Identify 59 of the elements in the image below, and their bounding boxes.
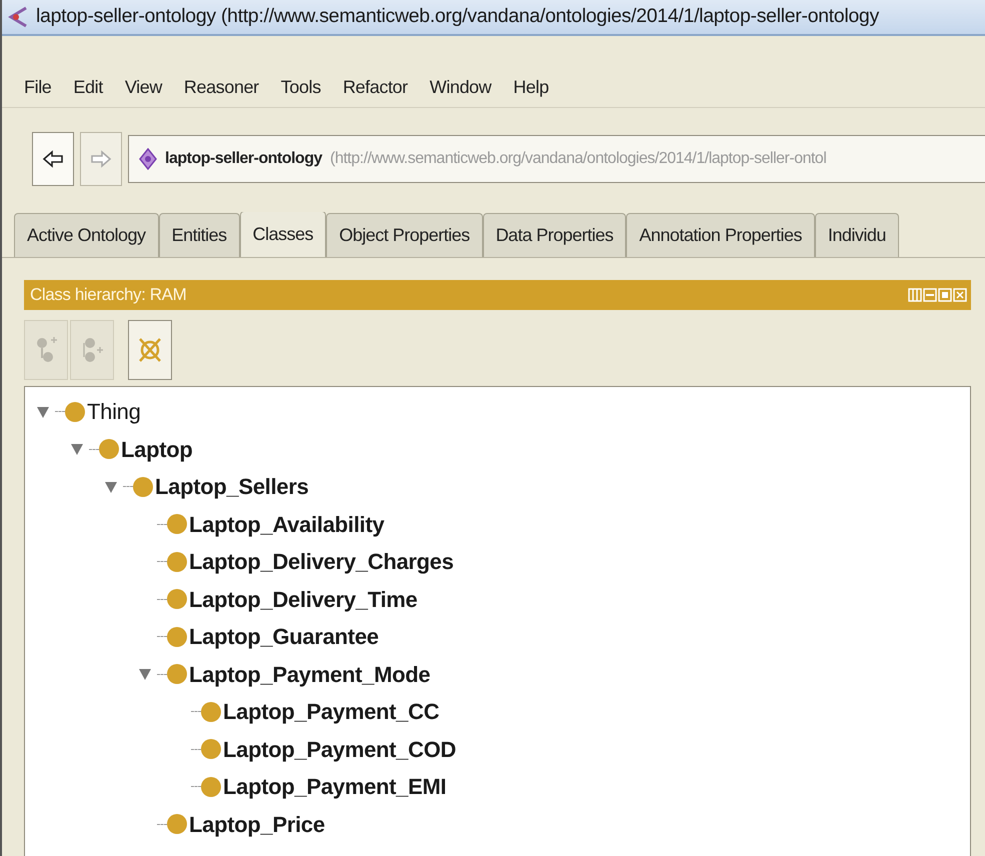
menu-item[interactable]: Refactor	[332, 74, 420, 101]
class-dot-icon	[201, 702, 221, 722]
tab[interactable]: Annotation Properties	[626, 213, 815, 257]
ontology-diamond-icon	[139, 148, 157, 170]
tree-item[interactable]: Laptop_Delivery_Charges	[189, 545, 454, 578]
tree-item[interactable]: Laptop_Guarantee	[189, 620, 379, 654]
menu-item[interactable]: File	[14, 74, 64, 101]
menu-item[interactable]: Tools	[270, 74, 333, 101]
class-dot-icon	[167, 514, 187, 534]
tab[interactable]: Active Ontology	[14, 213, 159, 257]
tree-item[interactable]: Laptop_Payment_COD	[223, 732, 456, 766]
app-icon	[8, 6, 28, 28]
class-dot-icon	[99, 439, 119, 460]
maximize-icon[interactable]	[938, 288, 952, 302]
menu-item[interactable]: Window	[420, 74, 504, 101]
panel-title: Class hierarchy: RAM	[30, 284, 186, 306]
expand-triangle-icon[interactable]	[70, 442, 84, 456]
class-dot-icon	[201, 776, 221, 797]
toolbar-button[interactable]	[128, 320, 172, 380]
menu-item[interactable]: Edit	[63, 74, 115, 101]
tree-item[interactable]: Laptop_Payment_Mode	[189, 658, 430, 691]
tab[interactable]: Entities	[158, 213, 240, 257]
tab[interactable]: Individu	[814, 213, 899, 257]
tab[interactable]: Classes	[240, 212, 326, 257]
window-title: laptop-seller-ontology (http://www.semanticweb.org/vandana/ontologies/2014/1/laptop-seller-ontology	[36, 4, 879, 30]
class-dot-icon	[167, 552, 187, 572]
menu-item[interactable]: Reasoner	[174, 74, 271, 101]
expand-triangle-icon[interactable]	[104, 480, 118, 494]
class-dot-icon	[167, 589, 187, 610]
back-arrow-icon	[42, 150, 64, 168]
class-dot-icon	[167, 814, 187, 834]
class-dot-icon	[133, 476, 153, 497]
minimize-icon[interactable]	[923, 288, 937, 302]
class-dot-icon	[167, 664, 187, 684]
tab[interactable]: Object Properties	[326, 213, 483, 257]
tree-item[interactable]: Thing	[87, 395, 141, 428]
delete-class-icon[interactable]	[138, 337, 162, 363]
class-dot-icon	[201, 739, 221, 760]
close-icon[interactable]	[953, 288, 967, 302]
tree-item[interactable]: Laptop_Price	[189, 808, 325, 841]
expand-triangle-icon[interactable]	[36, 404, 50, 419]
tree-item[interactable]: Laptop_Sellers	[155, 470, 309, 504]
tab[interactable]: Data Properties	[482, 213, 626, 257]
tree-item[interactable]: Laptop_Delivery_Time	[189, 582, 418, 616]
tree-item[interactable]: Laptop_Payment_EMI	[223, 770, 446, 804]
tree-item[interactable]: Laptop	[121, 432, 193, 466]
ontology-iri: (http://www.semanticweb.org/vandana/ontologies/2014/1/laptop-seller-ontol	[330, 149, 826, 169]
expand-triangle-icon[interactable]	[138, 667, 152, 682]
menu-item[interactable]: Help	[503, 74, 561, 101]
tree-item[interactable]: Laptop_Availability	[189, 508, 384, 541]
back-button[interactable]	[32, 132, 74, 186]
menu-item[interactable]: View	[114, 74, 174, 101]
ontology-address-field[interactable]: laptop-seller-ontology (http://www.semanticweb.org/vandana/ontologies/2014/1/laptop-seller-ontol	[128, 135, 985, 183]
tree-item[interactable]: Laptop_Payment_CC	[223, 695, 440, 728]
class-dot-icon	[167, 626, 187, 647]
dock-icon[interactable]	[908, 288, 922, 302]
ontology-name: laptop-seller-ontology	[165, 149, 322, 169]
class-dot-icon	[65, 402, 85, 422]
forward-arrow-icon	[90, 150, 112, 168]
